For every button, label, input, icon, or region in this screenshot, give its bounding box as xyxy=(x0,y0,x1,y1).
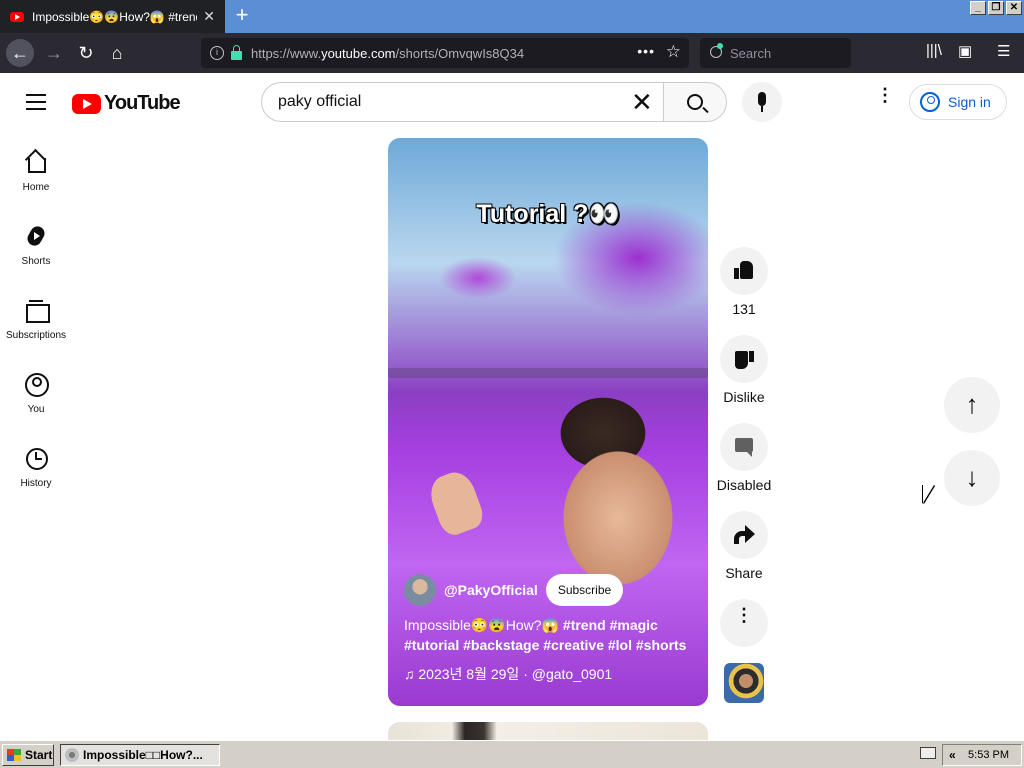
sidebar-item-label: Shorts xyxy=(21,256,51,267)
next-short-preview[interactable] xyxy=(388,722,708,742)
video-hand xyxy=(425,467,487,539)
dislike-label: Dislike xyxy=(723,389,765,405)
video-overlay-caption: Tutorial ?👀 xyxy=(476,200,620,228)
settings-more-icon[interactable]: ⋮ xyxy=(876,86,894,104)
share-button[interactable] xyxy=(720,511,768,559)
youtube-play-icon xyxy=(72,93,101,114)
channel-row: @PakyOfficial Subscribe xyxy=(404,574,624,606)
menu-bar xyxy=(26,94,46,96)
site-info-icon[interactable]: i xyxy=(210,46,224,60)
like-count: 131 xyxy=(732,301,756,317)
sidebar-item-home[interactable]: Home xyxy=(0,150,72,193)
taskbar-window-button[interactable]: Impossible□□How?... xyxy=(60,744,220,766)
home-icon xyxy=(24,150,48,174)
start-button[interactable]: Start xyxy=(2,744,54,766)
next-short-button[interactable]: ↓ xyxy=(944,450,1000,506)
sign-in-label: Sign in xyxy=(948,94,991,110)
video-title-text: Impossible😳😨How?😱 xyxy=(404,617,563,633)
app-menu-icon[interactable]: ☰ xyxy=(997,42,1010,60)
sidebar-item-history[interactable]: History xyxy=(0,446,72,489)
bookmark-star-icon[interactable]: ☆ xyxy=(666,42,681,62)
sidebar-item-label: You xyxy=(27,404,45,415)
taskbar-window-title: Impossible□□How?... xyxy=(83,748,203,762)
previous-short-button[interactable]: ↑ xyxy=(944,377,1000,433)
video-description[interactable]: Impossible😳😨How?😱 #trend #magic #tutoria… xyxy=(404,615,694,655)
forward-button[interactable]: → xyxy=(40,39,68,67)
account-icon xyxy=(920,92,940,112)
new-tab-button[interactable]: + xyxy=(231,4,253,28)
restore-button[interactable]: ❐ xyxy=(988,1,1004,15)
sign-in-button[interactable]: Sign in xyxy=(909,84,1007,120)
channel-name[interactable]: @PakyOfficial xyxy=(444,582,538,598)
comments-button[interactable] xyxy=(720,423,768,471)
home-button[interactable]: ⌂ xyxy=(103,39,131,67)
shorts-icon xyxy=(24,224,48,248)
youtube-favicon-icon xyxy=(10,11,24,22)
music-date-line[interactable]: ♫ 2023년 8월 29일 · @gato_0901 xyxy=(404,664,612,684)
comments-label: Disabled xyxy=(716,477,772,493)
taskbar: Start Impossible□□How?... « 5:53 PM xyxy=(0,740,1024,768)
clock[interactable]: 5:53 PM xyxy=(968,749,1009,761)
system-tray: « 5:53 PM xyxy=(942,744,1022,766)
browser-search-field[interactable]: Search xyxy=(700,38,851,68)
subscriptions-icon xyxy=(24,298,50,323)
menu-bar xyxy=(26,101,46,103)
search-engine-icon xyxy=(710,43,723,58)
dislike-button[interactable] xyxy=(720,335,768,383)
browser-search-placeholder: Search xyxy=(730,45,772,61)
close-window-button[interactable]: ✕ xyxy=(1006,1,1022,15)
page-actions-icon[interactable]: ••• xyxy=(637,43,655,59)
youtube-logo[interactable]: YouTube xyxy=(72,92,181,115)
guide-menu-button[interactable] xyxy=(26,94,46,110)
sidebar-item-subscriptions[interactable]: Subscriptions xyxy=(0,298,72,341)
share-label: Share xyxy=(725,565,763,581)
sidebar-item-shorts[interactable]: Shorts xyxy=(0,224,72,267)
lock-icon xyxy=(231,44,242,60)
subscribe-button[interactable]: Subscribe xyxy=(545,574,624,606)
search-input[interactable]: paky official xyxy=(261,82,664,122)
shorts-video-player[interactable]: Tutorial ?👀 @PakyOfficial Subscribe Impo… xyxy=(388,138,708,706)
address-bar[interactable]: i https://www.youtube.com/shorts/OmvqwIs… xyxy=(201,38,689,68)
tray-expand-icon[interactable]: « xyxy=(949,748,956,762)
sidebar-item-label: History xyxy=(20,478,52,489)
sidebar-item-label: Home xyxy=(22,182,50,193)
sidebar-toggle-icon[interactable]: ▣ xyxy=(958,42,972,60)
sound-thumbnail[interactable] xyxy=(724,663,764,703)
start-label: Start xyxy=(25,748,53,762)
keyboard-icon[interactable] xyxy=(920,747,936,759)
voice-search-button[interactable] xyxy=(742,82,782,122)
minimize-button[interactable]: _ xyxy=(970,1,986,15)
browser-tab-active[interactable]: Impossible😳😨How?😱 #trend #m ✕ xyxy=(0,0,225,33)
browser-navbar: ← → ↻ ⌂ i https://www.youtube.com/shorts… xyxy=(0,33,1024,73)
sidebar-item-label: Subscriptions xyxy=(5,330,67,341)
search-button[interactable] xyxy=(663,82,727,122)
clear-search-icon[interactable]: ✕ xyxy=(631,88,653,116)
youtube-logo-text: YouTube xyxy=(104,92,181,114)
firefox-icon xyxy=(65,748,79,762)
tab-title: Impossible😳😨How?😱 #trend #m xyxy=(32,9,197,24)
more-actions-button[interactable]: ⋮ xyxy=(720,599,768,647)
back-button[interactable]: ← xyxy=(6,39,34,67)
tab-close-icon[interactable]: ✕ xyxy=(203,8,215,25)
menu-bar xyxy=(26,108,46,110)
video-pool-edge xyxy=(388,368,708,378)
library-icon[interactable]: |||\ xyxy=(926,42,942,59)
like-button[interactable] xyxy=(720,247,768,295)
you-icon xyxy=(24,372,49,397)
window-controls: _ ❐ ✕ xyxy=(970,1,1022,15)
url-text[interactable]: https://www.youtube.com/shorts/OmvqwIs8Q… xyxy=(251,46,524,61)
channel-avatar[interactable] xyxy=(404,574,436,606)
search-icon xyxy=(687,94,703,110)
windows-logo-icon xyxy=(7,749,21,761)
sidebar-item-you[interactable]: You xyxy=(0,372,72,415)
reload-button[interactable]: ↻ xyxy=(72,39,100,67)
browser-titlebar: Impossible😳😨How?😱 #trend #m ✕ + _ ❐ ✕ xyxy=(0,0,1024,33)
history-icon xyxy=(24,446,48,470)
